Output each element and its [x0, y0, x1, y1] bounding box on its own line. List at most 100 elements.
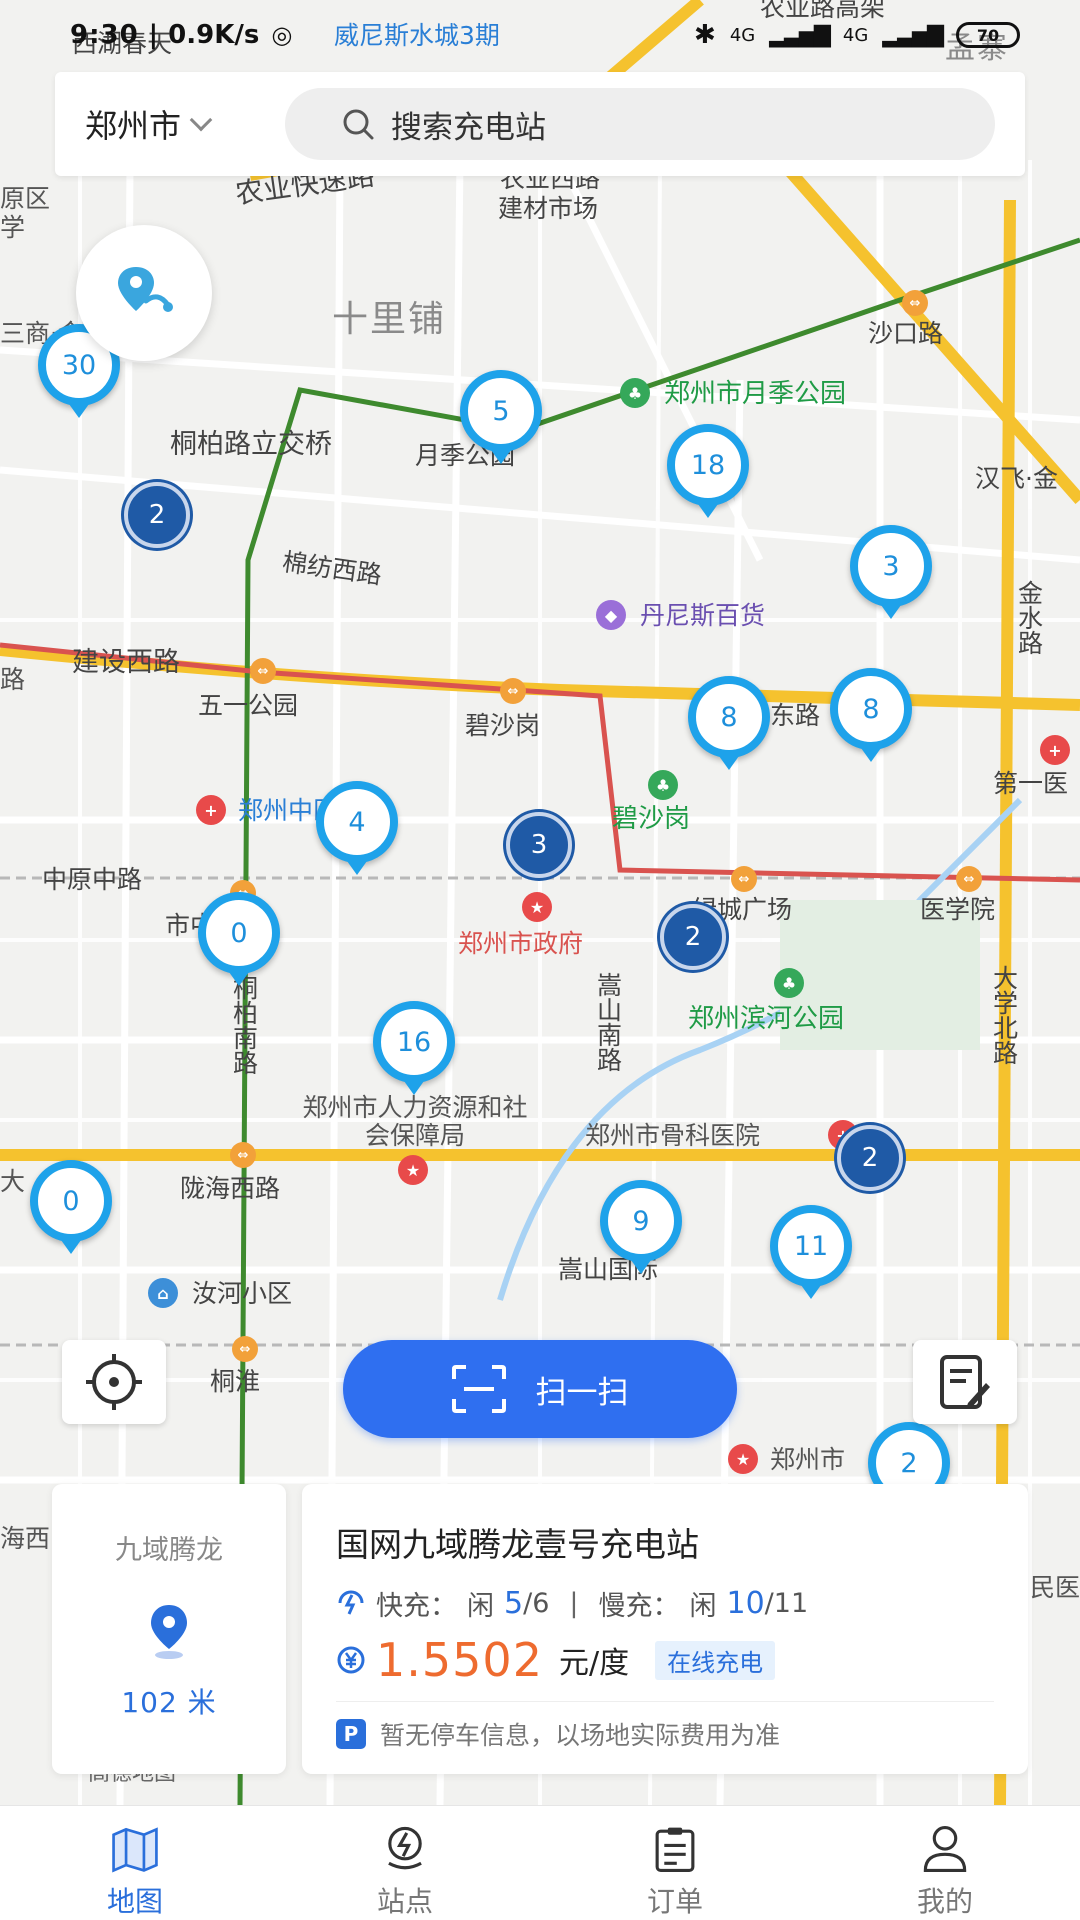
signal-icon: ▂▃▅▇ [769, 22, 831, 48]
map-label: 大 [0, 1167, 26, 1196]
alarm-icon: ◎ [271, 21, 293, 49]
hospital-icon: + [1040, 735, 1070, 765]
charger-pin[interactable]: 3 [850, 525, 932, 607]
map-label: 民医 [1030, 1573, 1080, 1602]
station-cluster[interactable]: 2 [837, 1125, 903, 1191]
station-distance-card[interactable]: 九域腾龙 102 米 [52, 1484, 286, 1774]
idle-label: 闲 [467, 1591, 494, 1622]
route-planning-button[interactable] [76, 225, 212, 361]
station-cluster[interactable]: 2 [660, 904, 726, 970]
park-icon: ♣ [620, 378, 650, 408]
metro-station-icon: ⇔ [230, 1142, 256, 1168]
network-label: 4G [842, 24, 869, 46]
nav-label: 地图 [106, 1885, 163, 1918]
nav-label: 我的 [916, 1885, 973, 1918]
nav-label: 站点 [376, 1885, 433, 1918]
nav-item-order[interactable]: 订单 [540, 1806, 810, 1920]
park-icon: ♣ [774, 968, 804, 998]
network-label: 4G [729, 24, 756, 46]
signal-icon: ▂▃▅▇ [882, 22, 944, 48]
charger-pin[interactable]: 8 [830, 668, 912, 750]
station-name: 国网九域腾龙壹号充电站 [336, 1525, 699, 1564]
parking-info: P 暂无停车信息，以场地实际费用为准 [336, 1716, 994, 1752]
bluetooth-icon: ✱ [694, 20, 716, 50]
station-icon [388, 1826, 422, 1870]
scan-button[interactable]: 扫一扫 [343, 1340, 737, 1438]
map-label: 医学院 [920, 895, 996, 924]
status-time: 9:30 [70, 20, 139, 50]
nav-item-map[interactable]: 地图 [0, 1806, 270, 1920]
map-icon [112, 1827, 158, 1873]
charger-pin[interactable]: 11 [770, 1205, 852, 1287]
map-label: 第一医 [993, 769, 1069, 798]
charger-pin[interactable]: 5 [460, 370, 542, 452]
city-selector[interactable]: 郑州市 [85, 101, 285, 147]
divider [336, 1701, 994, 1702]
station-short-name: 九域腾龙 [115, 1535, 223, 1566]
scan-label: 扫一扫 [535, 1374, 629, 1411]
map-label: 学 [0, 213, 26, 242]
metro-station-icon: ⇔ [902, 290, 928, 316]
charger-pin[interactable]: 0 [30, 1160, 112, 1242]
metro-station-icon: ⇔ [956, 866, 982, 892]
charger-icon [338, 1590, 364, 1615]
charger-pin[interactable]: 8 [688, 676, 770, 758]
government-icon: ★ [398, 1155, 428, 1185]
station-distance: 102 米 [121, 1686, 217, 1719]
map-label: 建设西路 [72, 647, 180, 678]
charger-pin[interactable]: 4 [316, 781, 398, 863]
status-bar: 9:30 | 0.9K/s ◎ ✱ 4G ▂▃▅▇ 4G ▂▃▅▇ 70 [0, 0, 1080, 70]
slow-total-count: /11 [764, 1588, 809, 1619]
location-pin-icon [151, 1605, 187, 1659]
status-indicators: ✱ 4G ▂▃▅▇ 4G ▂▃▅▇ 70 [694, 20, 1020, 50]
government-icon: ★ [728, 1444, 758, 1474]
status-divider: | [148, 20, 159, 50]
route-icon [118, 267, 173, 312]
price-value: 1.5502 [376, 1633, 543, 1687]
hospital-icon: + [196, 795, 226, 825]
search-placeholder: 搜索充电站 [391, 109, 546, 146]
map-label: 郑州市 [770, 1445, 846, 1474]
search-icon [343, 109, 374, 140]
charger-pin[interactable]: 16 [373, 1001, 455, 1083]
map-label: 中原中路 [42, 865, 143, 894]
map-label: 路 [0, 665, 26, 694]
slow-charge-label: 慢充： [598, 1591, 680, 1622]
charger-pin[interactable]: 0 [198, 892, 280, 974]
residential-icon: ⌂ [148, 1278, 178, 1308]
metro-station-icon: ⇔ [232, 1336, 258, 1362]
charger-pin[interactable]: 18 [667, 424, 749, 506]
profile-icon [923, 1826, 967, 1872]
map-label: 桐柏路立交桥 [170, 429, 332, 460]
map-label: 郑州市骨科医院 [585, 1121, 761, 1150]
map-label: 郑州市政府 [458, 929, 584, 958]
nav-item-profile[interactable]: 我的 [810, 1806, 1080, 1920]
nav-item-station[interactable]: 站点 [270, 1806, 540, 1920]
station-info-card[interactable]: 国网九域腾龙壹号充电站 快充： 闲 5/6 | 慢充： 闲 10/11 1.55… [302, 1484, 1028, 1774]
feedback-button[interactable] [913, 1340, 1017, 1424]
parking-text: 暂无停车信息，以场地实际费用为准 [380, 1721, 781, 1750]
price-row: 1.5502 元/度 在线充电 [336, 1633, 994, 1687]
locate-me-button[interactable] [62, 1340, 166, 1424]
map-label: 桐淮 [210, 1367, 261, 1396]
edit-document-icon [940, 1355, 990, 1409]
charger-pin[interactable]: 9 [600, 1180, 682, 1262]
map-label: 十里铺 [332, 299, 447, 340]
search-header: 郑州市 搜索充电站 [55, 72, 1025, 176]
map-label: 碧沙岗 [612, 804, 691, 834]
parking-icon: P [336, 1719, 366, 1749]
station-cluster[interactable]: 3 [506, 812, 572, 878]
shopping-icon: ◆ [596, 600, 626, 630]
nav-label: 订单 [646, 1885, 703, 1918]
status-net-speed: 0.9K/s [168, 20, 260, 50]
map-label: 碧沙岗 [465, 711, 541, 740]
battery-icon: 70 [956, 22, 1020, 48]
map-label: 汉飞·金 [975, 464, 1058, 493]
station-cluster[interactable]: 2 [124, 482, 190, 548]
government-icon: ★ [522, 892, 552, 922]
search-input[interactable]: 搜索充电站 [285, 88, 995, 160]
yuan-icon [337, 1646, 365, 1674]
scan-icon [451, 1365, 506, 1413]
map-label: 沙口路 [868, 319, 944, 348]
map-label: 郑州市月季公园 [664, 379, 847, 409]
